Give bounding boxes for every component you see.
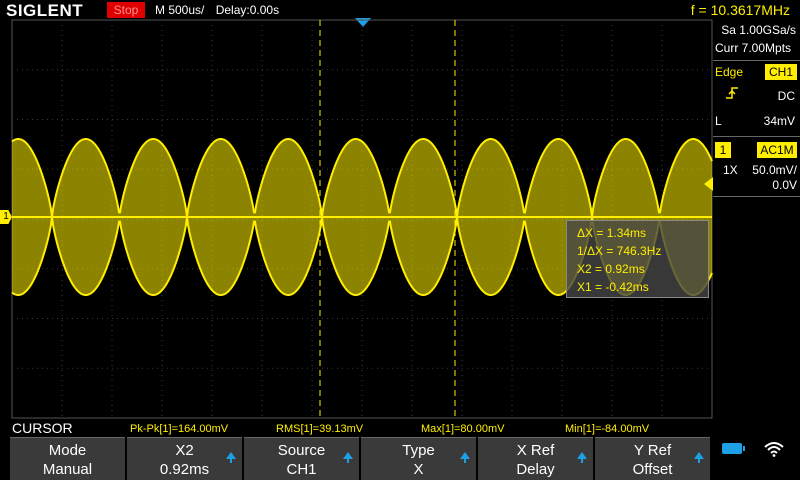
cursor-readout-panel: ΔX = 1.34ms 1/ΔX = 746.3Hz X2 = 0.92ms X… <box>566 220 709 298</box>
softkey-value: Offset <box>632 461 673 478</box>
right-info-panel: Sa 1.00GSa/s Curr 7.00Mpts Edge CH1 DC L… <box>713 20 800 418</box>
divider <box>713 60 800 61</box>
softkey-label: Source <box>277 442 326 459</box>
divider <box>713 136 800 137</box>
softkey-value: CH1 <box>286 461 317 478</box>
softkey-label: Type <box>402 442 435 459</box>
softkey-value: 0.92ms <box>159 461 210 478</box>
channel-number-badge: 1 <box>715 142 731 158</box>
menu-title: CURSOR <box>12 420 73 436</box>
usb-icon <box>722 443 745 454</box>
sample-rate: Sa 1.00GSa/s <box>721 23 796 37</box>
cursor-delta-x: ΔX = 1.34ms <box>577 226 647 240</box>
trigger-coupling: DC <box>777 89 795 103</box>
softkey-type[interactable]: Type X <box>361 437 476 480</box>
softkey-label: X2 <box>175 442 194 459</box>
softkey-label: Y Ref <box>633 442 672 459</box>
vertical-offset: 0.0V <box>772 178 797 192</box>
cursor-inverse-delta-x: 1/ΔX = 746.3Hz <box>577 244 662 258</box>
divider <box>713 196 800 197</box>
softkey-menu: Mode Manual X2 0.92ms Source CH1 Type X … <box>10 437 713 480</box>
trigger-type: Edge <box>715 65 744 79</box>
measure-rms: RMS[1]=39.13mV <box>276 423 364 435</box>
measure-max: Max[1]=80.00mV <box>421 423 505 435</box>
knob-arrow-icon <box>343 452 353 463</box>
softkey-value: X <box>413 461 424 478</box>
trigger-level-value: 34mV <box>763 114 795 128</box>
softkey-x2[interactable]: X2 0.92ms <box>127 437 242 480</box>
measure-pkpk: Pk-Pk[1]=164.00mV <box>130 423 229 435</box>
status-icons <box>713 437 800 480</box>
softkey-value: Manual <box>42 461 93 478</box>
softkey-label: X Ref <box>516 442 555 459</box>
knob-arrow-icon <box>577 452 587 463</box>
measure-min: Min[1]=-84.00mV <box>565 423 650 435</box>
softkey-value: Delay <box>516 461 555 478</box>
channel-coupling-badge: AC1M <box>757 142 797 158</box>
knob-arrow-icon <box>694 452 704 463</box>
knob-arrow-icon <box>460 452 470 463</box>
memory-depth: Curr 7.00Mpts <box>715 41 792 55</box>
cursor-x1-value: X1 = -0.42ms <box>577 280 649 294</box>
vertical-scale: 50.0mV/ <box>752 163 797 177</box>
softkey-x-ref[interactable]: X Ref Delay <box>478 437 593 480</box>
cursor-x2-value: X2 = 0.92ms <box>577 262 645 276</box>
softkey-y-ref[interactable]: Y Ref Offset <box>595 437 710 480</box>
measurement-bar: CURSOR Pk-Pk[1]=164.00mV RMS[1]=39.13mV … <box>0 420 712 437</box>
trigger-source-badge: CH1 <box>765 64 797 80</box>
wifi-icon[interactable] <box>763 441 785 457</box>
knob-arrow-icon <box>226 452 236 463</box>
softkey-label: Mode <box>48 442 87 459</box>
softkey-source[interactable]: Source CH1 <box>244 437 359 480</box>
trigger-level-marker[interactable] <box>704 177 713 191</box>
softkey-mode[interactable]: Mode Manual <box>10 437 125 480</box>
